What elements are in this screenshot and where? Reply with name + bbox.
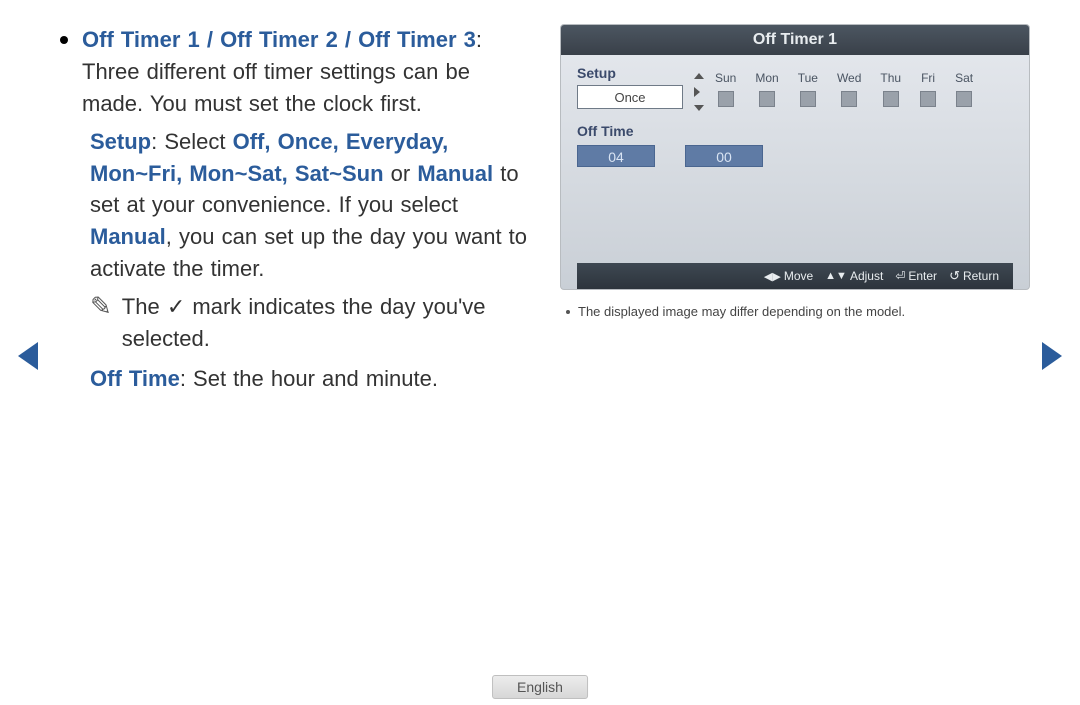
offtime-label: Off Time <box>90 366 180 391</box>
panel-hour-box[interactable]: 04 <box>577 145 655 167</box>
setup-label: Setup <box>90 129 151 154</box>
adjust-ud-icon: ▲▼ <box>825 270 847 282</box>
setup-mid1: : Select <box>151 129 232 154</box>
setup-paragraph: Setup: Select Off, Once, Everyday, Mon~F… <box>90 126 530 285</box>
return-icon: ↺ <box>949 268 960 284</box>
day-checkbox[interactable] <box>800 91 816 107</box>
day-checkbox[interactable] <box>920 91 936 107</box>
day-checkbox[interactable] <box>759 91 775 107</box>
panel-setup-select[interactable]: Once <box>577 85 683 109</box>
note-pre: The <box>122 294 167 319</box>
panel-setup-arrows <box>691 65 707 109</box>
day-checkbox[interactable] <box>883 91 899 107</box>
day-checkbox[interactable] <box>718 91 734 107</box>
day-checkbox[interactable] <box>956 91 972 107</box>
move-lr-icon: ◀▶ <box>764 270 781 283</box>
bar-adjust: Adjust <box>850 269 883 283</box>
day-label: Wed <box>837 71 861 85</box>
panel-minute-box[interactable]: 00 <box>685 145 763 167</box>
offtime-text: : Set the hour and minute. <box>180 366 438 391</box>
heading: Off Timer 1 / Off Timer 2 / Off Timer 3 <box>82 27 476 52</box>
language-indicator[interactable]: English <box>492 675 588 699</box>
day-label: Sun <box>715 71 736 85</box>
bar-enter: Enter <box>908 269 937 283</box>
panel-offtime-label: Off Time <box>577 123 1013 139</box>
bar-return: Return <box>963 269 999 283</box>
note-icon: ✎ <box>90 293 112 319</box>
day-label: Sat <box>955 71 973 85</box>
arrow-up-icon <box>694 73 704 79</box>
footnote-bullet-icon <box>566 310 570 314</box>
day-label: Tue <box>798 71 818 85</box>
main-paragraph: Off Timer 1 / Off Timer 2 / Off Timer 3:… <box>82 24 530 120</box>
offtime-paragraph: Off Time: Set the hour and minute. <box>90 363 530 395</box>
panel-bottom-bar: ◀▶Move ▲▼Adjust ⏎Enter ↺Return <box>577 263 1013 289</box>
day-label: Fri <box>921 71 935 85</box>
bullet-icon <box>60 36 68 44</box>
day-label: Mon <box>755 71 778 85</box>
next-page-arrow[interactable] <box>1042 342 1062 370</box>
enter-icon: ⏎ <box>895 269 905 283</box>
prev-page-arrow[interactable] <box>18 342 38 370</box>
footnote-text: The displayed image may differ depending… <box>578 304 905 319</box>
tv-settings-panel: Off Timer 1 Setup Once Sun Mon <box>560 24 1030 290</box>
day-label: Thu <box>880 71 901 85</box>
setup-manual: Manual <box>417 161 493 186</box>
note-text: The ✓ mark indicates the day you've sele… <box>122 291 530 355</box>
panel-setup-label: Setup <box>577 65 683 81</box>
day-checkbox[interactable] <box>841 91 857 107</box>
arrow-down-icon <box>694 105 704 111</box>
arrow-right-icon <box>694 87 700 97</box>
panel-title: Off Timer 1 <box>561 25 1029 55</box>
check-icon: ✓ <box>167 294 185 319</box>
setup-manual2: Manual <box>90 224 166 249</box>
panel-days-row: Sun Mon Tue Wed Thu Fri Sat <box>715 71 973 107</box>
bar-move: Move <box>784 269 813 283</box>
setup-or: or <box>384 161 418 186</box>
